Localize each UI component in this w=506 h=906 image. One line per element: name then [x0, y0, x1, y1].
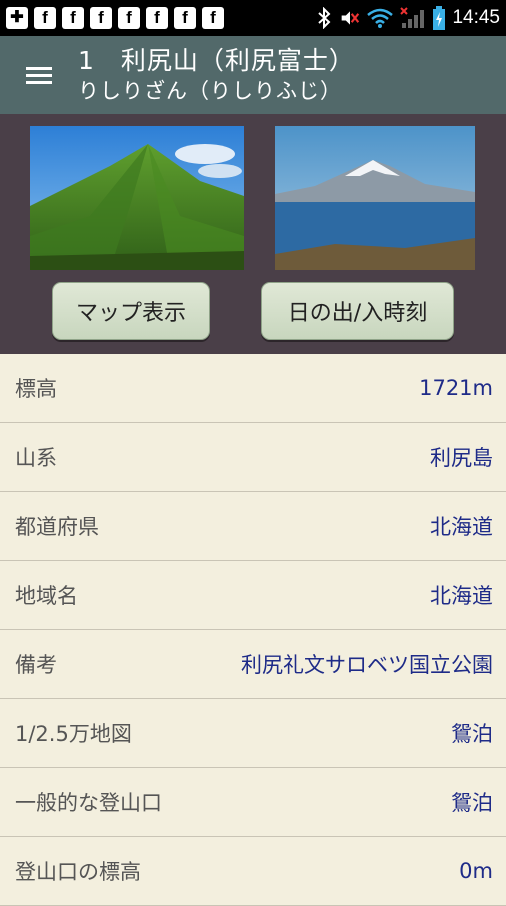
list-item-mountain-range: 山系 利尻島 [0, 423, 506, 492]
hamburger-icon [26, 63, 52, 88]
list-item-trailhead-elevation: 登山口の標高 0m [0, 837, 506, 906]
page-title: 1 利尻山（利尻富士） [78, 46, 355, 75]
wifi-icon [366, 7, 394, 29]
battery-charging-icon [432, 6, 446, 30]
row-label: 1/2.5万地図 [15, 722, 132, 746]
row-value: 1721m [419, 376, 493, 400]
facebook-icon: f [118, 7, 140, 29]
sunrise-sunset-button[interactable]: 日の出/入時刻 [261, 282, 454, 340]
map-button[interactable]: マップ表示 [52, 282, 210, 340]
page-subtitle: りしりざん（りしりふじ） [78, 79, 342, 103]
row-value: 北海道 [430, 515, 493, 539]
row-label: 登山口の標高 [15, 860, 141, 884]
menu-button[interactable] [0, 36, 78, 114]
bluetooth-icon [314, 7, 334, 29]
signal-icon [400, 7, 426, 29]
row-value: 北海道 [430, 584, 493, 608]
list-item-region: 地域名 北海道 [0, 561, 506, 630]
notification-icons: ✚ f f f f f f f [6, 7, 224, 29]
island-photo[interactable] [275, 126, 475, 270]
row-value: 利尻礼文サロベツ国立公園 [241, 653, 493, 677]
row-label: 一般的な登山口 [15, 791, 162, 815]
photo-panel: マップ表示 日の出/入時刻 [0, 114, 506, 354]
status-bar: ✚ f f f f f f f 14:45 [0, 0, 506, 36]
row-value: 利尻島 [430, 446, 493, 470]
list-item-trailhead: 一般的な登山口 鴛泊 [0, 768, 506, 837]
facebook-icon: f [90, 7, 112, 29]
mountain-photo[interactable] [30, 126, 244, 270]
facebook-icon: f [62, 7, 84, 29]
row-label: 山系 [15, 446, 57, 470]
row-label: 都道府県 [15, 515, 99, 539]
list-item-notes: 備考 利尻礼文サロベツ国立公園 [0, 630, 506, 699]
app-bar: 1 利尻山（利尻富士） りしりざん（りしりふじ） [0, 36, 506, 114]
details-list: 標高 1721m 山系 利尻島 都道府県 北海道 地域名 北海道 備考 利尻礼文… [0, 354, 506, 906]
list-item-elevation: 標高 1721m [0, 354, 506, 423]
facebook-icon: f [202, 7, 224, 29]
row-value: 鴛泊 [451, 791, 493, 815]
clock: 14:45 [452, 7, 500, 28]
row-label: 備考 [15, 653, 57, 677]
facebook-icon: f [146, 7, 168, 29]
app-notification-icon: ✚ [6, 7, 28, 29]
list-item-map-sheet: 1/2.5万地図 鴛泊 [0, 699, 506, 768]
mute-icon [340, 7, 360, 29]
row-value: 0m [459, 859, 493, 883]
facebook-icon: f [174, 7, 196, 29]
facebook-icon: f [34, 7, 56, 29]
row-label: 標高 [15, 377, 57, 401]
row-label: 地域名 [15, 584, 78, 608]
list-item-prefecture: 都道府県 北海道 [0, 492, 506, 561]
title-block: 1 利尻山（利尻富士） りしりざん（りしりふじ） [78, 45, 355, 105]
row-value: 鴛泊 [451, 722, 493, 746]
